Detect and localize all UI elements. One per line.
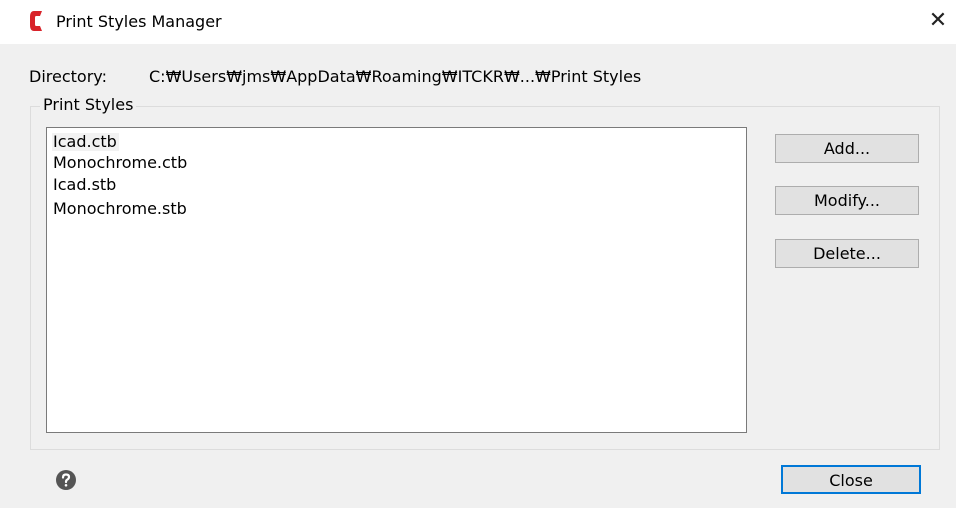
directory-path: C:₩Users₩jms₩AppData₩Roaming₩ITCKR₩...₩P… bbox=[149, 67, 642, 86]
close-icon[interactable]: ✕ bbox=[926, 9, 950, 33]
print-styles-list[interactable]: Icad.ctb Monochrome.ctb Icad.stb Monochr… bbox=[46, 127, 747, 433]
list-item[interactable]: Icad.stb bbox=[52, 176, 118, 194]
print-styles-group-label: Print Styles bbox=[40, 95, 137, 114]
close-button[interactable]: Close bbox=[781, 465, 921, 494]
title-bar: Print Styles Manager ✕ bbox=[0, 0, 956, 44]
help-icon[interactable] bbox=[55, 469, 77, 491]
window-title: Print Styles Manager bbox=[56, 12, 222, 31]
list-item[interactable]: Monochrome.ctb bbox=[52, 154, 189, 172]
directory-label: Directory: bbox=[29, 67, 107, 86]
add-button[interactable]: Add... bbox=[775, 134, 919, 163]
app-logo-icon bbox=[30, 11, 42, 31]
modify-button[interactable]: Modify... bbox=[775, 186, 919, 215]
delete-button[interactable]: Delete... bbox=[775, 239, 919, 268]
list-item[interactable]: Icad.ctb bbox=[52, 133, 119, 151]
list-item[interactable]: Monochrome.stb bbox=[52, 200, 189, 218]
